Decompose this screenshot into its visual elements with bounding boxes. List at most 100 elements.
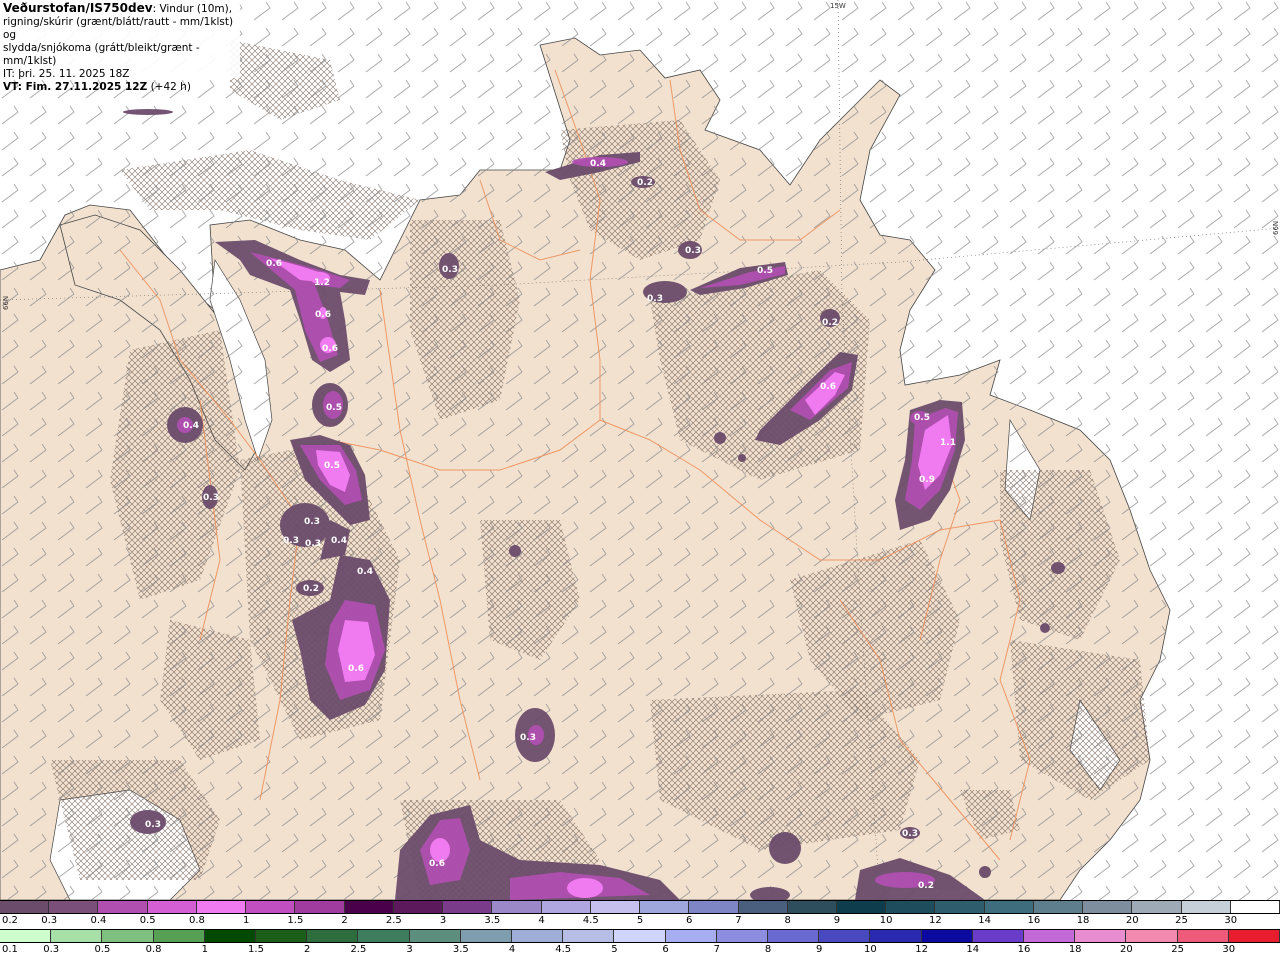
legend-label: 0.4	[90, 915, 107, 926]
legend-swatch	[307, 930, 359, 942]
legend-swatch	[344, 901, 394, 913]
legend-label: 2	[304, 944, 311, 955]
legend-swatch	[295, 901, 345, 913]
legend-label: 0.8	[145, 944, 162, 955]
legend-label: 1.5	[248, 944, 264, 955]
legend-label: 4.5	[582, 915, 599, 926]
legend-label: 0.1	[2, 944, 18, 955]
precip-label: 0.2	[303, 584, 319, 594]
precip-label: 0.3	[283, 536, 299, 546]
precip-label: 0.6	[820, 382, 836, 392]
legend-label: 4	[538, 915, 545, 926]
legend-swatch	[738, 901, 788, 913]
precip-label: 0.6	[348, 664, 364, 674]
legend-swatch	[102, 930, 154, 942]
legend-label: 3	[439, 915, 447, 926]
legend-swatch	[409, 930, 461, 942]
legend-swatch	[393, 901, 444, 913]
legend-label: 4	[508, 944, 516, 955]
precip-label: 0.5	[914, 413, 930, 423]
legend-swatch	[0, 930, 52, 942]
legend-label: 5	[636, 915, 644, 926]
legend-label: 2.5	[385, 915, 402, 926]
legend-swatch	[51, 930, 103, 942]
map-desc-1: : Vindur (10m),	[152, 3, 233, 15]
legend-label: 18	[1076, 915, 1090, 926]
map-title: Veðurstofan/IS750dev	[3, 1, 153, 15]
precip-label: 0.5	[757, 266, 773, 276]
map-desc-3: slydda/snjókoma (grátt/bleikt/grænt - mm…	[3, 42, 200, 67]
legend-swatch	[1228, 930, 1280, 942]
legend-swatch	[98, 901, 148, 913]
legend-label: 4.5	[555, 944, 572, 955]
precip-label: 0.3	[902, 829, 918, 839]
legend-swatch	[358, 930, 410, 942]
legend-label: 8	[764, 944, 772, 955]
weather-map[interactable]: 15W 66N 66N 0.4 0.2 0.3 0.5 0.3 0.3 0.6 …	[0, 0, 1280, 900]
legend-label: 18	[1068, 944, 1082, 955]
legend-label: 16	[1017, 944, 1031, 955]
legend-swatch	[870, 930, 922, 942]
map-info-box: Veðurstofan/IS750dev: Vindur (10m), rign…	[0, 0, 240, 93]
rain-legend-bar	[0, 929, 1280, 943]
precip-label: 1.2	[314, 278, 330, 288]
legend-label: 14	[966, 944, 980, 955]
precip-label: 0.5	[326, 403, 342, 413]
legend-label: 6	[662, 944, 669, 955]
legend-label: 3.5	[484, 915, 501, 926]
legend-swatch	[1132, 901, 1182, 913]
rain-legend: 0.1 0.3 0.5 0.8 1 1.5 2 2.5 3 3.5 4 4.5 5 6 7 8 9 10 12 14 1…	[0, 929, 1280, 958]
legend-label: 10	[864, 944, 877, 955]
precip-label: 0.3	[304, 517, 320, 527]
precip-label: 0.3	[305, 539, 321, 549]
legend-label: 12	[929, 915, 942, 926]
legend-swatch	[886, 901, 936, 913]
legend-label: 3	[406, 944, 413, 955]
legend-swatch	[1230, 901, 1280, 913]
precip-label: 0.9	[919, 475, 935, 485]
precip-label: 0.4	[331, 536, 347, 546]
legend-swatch	[204, 930, 257, 942]
legend-swatch	[1126, 930, 1178, 942]
valid-time: VT: Fim. 27.11.2025 12Z	[3, 81, 148, 93]
legend-label: 25	[1171, 944, 1184, 955]
legend-label: 0.5	[139, 915, 156, 926]
legend-label: 8	[784, 915, 791, 926]
precip-label: 0.3	[203, 493, 219, 503]
precip-label: 0.6	[315, 310, 331, 320]
legend-label: 20	[1125, 915, 1139, 926]
legend-swatch	[563, 930, 615, 942]
legend-swatch	[935, 901, 985, 913]
legend-label: 0.8	[188, 915, 205, 926]
legend-label: 2	[341, 915, 348, 926]
legend-swatch	[460, 930, 513, 942]
legend-label: 5	[611, 944, 618, 955]
lat-label-left: 66N	[2, 296, 10, 310]
precip-label: 0.2	[822, 318, 838, 328]
init-time: IT: þri. 25. 11. 2025 18Z	[3, 68, 130, 80]
legend-swatch	[1024, 930, 1076, 942]
legend-label: 6	[686, 915, 693, 926]
precip-label: 0.2	[637, 178, 653, 188]
map-desc-2: rigning/skúrir (grænt/blátt/rautt - mm/1…	[3, 16, 234, 41]
legend-label: 30	[1224, 915, 1238, 926]
legend-label: 2.5	[350, 944, 367, 955]
snow-legend-bar	[0, 900, 1280, 914]
legend-swatch	[49, 901, 99, 913]
legend-label: 0.3	[43, 944, 60, 955]
legend-swatch	[614, 930, 666, 942]
precip-label: 0.3	[647, 294, 663, 304]
legend-label: 1	[242, 915, 250, 926]
legend-label: 7	[713, 944, 720, 955]
legend-swatch	[768, 930, 820, 942]
legend-label: 0.5	[94, 944, 111, 955]
legend-swatch	[819, 930, 871, 942]
legend-swatch	[147, 901, 197, 913]
legend-label: 1.5	[287, 915, 304, 926]
precip-label: 0.5	[324, 461, 340, 471]
wind-barbs	[0, 0, 1280, 900]
precip-label: 0.4	[183, 421, 199, 431]
legend-swatch	[443, 901, 493, 913]
legend-swatch	[665, 930, 717, 942]
legend-swatch	[153, 930, 205, 942]
